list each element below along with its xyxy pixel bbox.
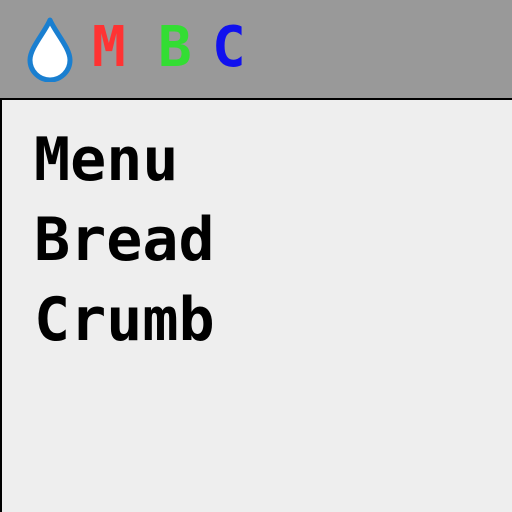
bread-label: Bread [34,205,215,275]
crumb-label: Crumb [34,285,215,355]
menu-label: Menu [34,125,179,195]
water-drop-icon [27,17,73,82]
content-panel: Menu Bread Crumb [0,98,512,512]
logo-letter-c: C [212,15,246,80]
header-bar: M B C [0,0,512,98]
logo-letter-b: B [158,15,192,80]
logo-letter-m: M [92,15,126,80]
app-window: M B C Menu Bread Crumb [0,0,512,512]
